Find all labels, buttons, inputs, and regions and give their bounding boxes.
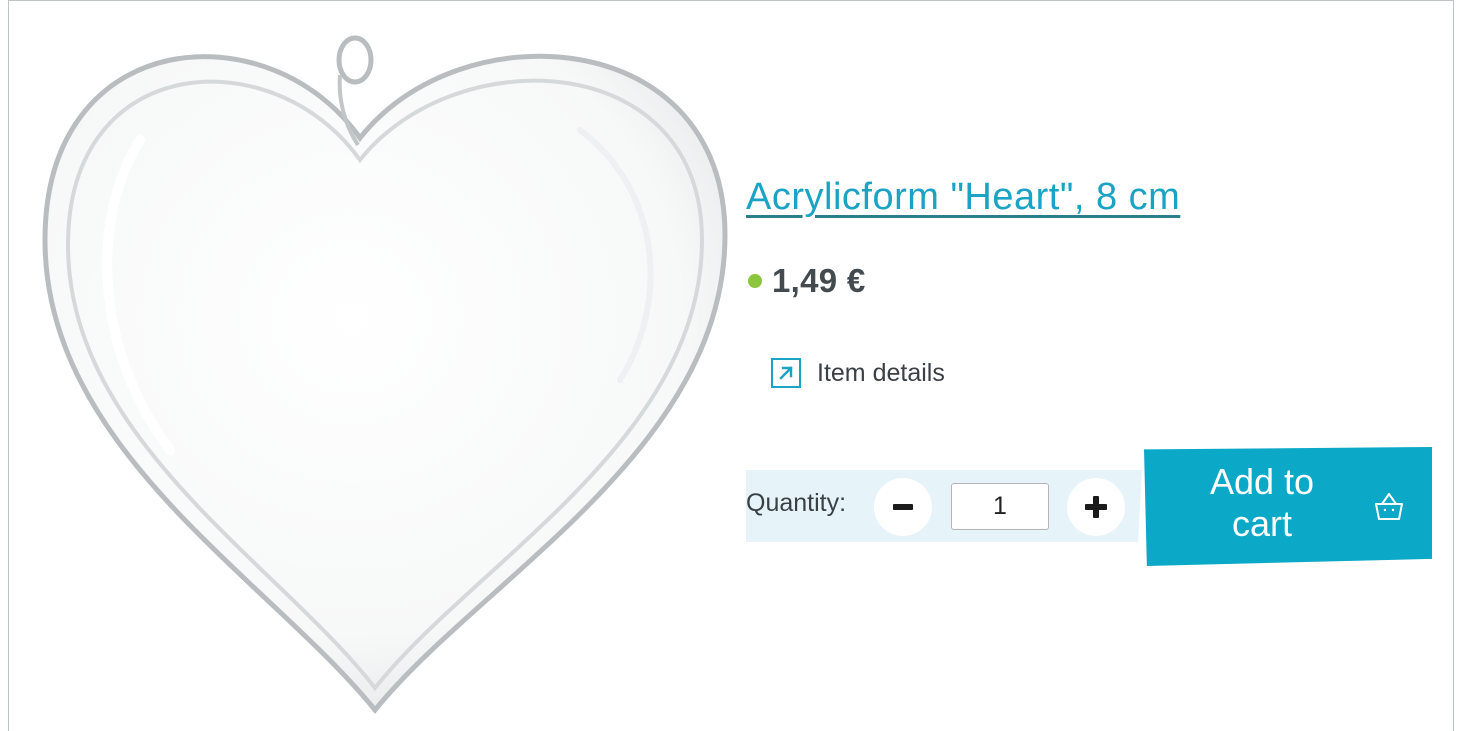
price-row: 1,49 €	[748, 262, 866, 300]
product-title-link[interactable]: Acrylicform "Heart", 8 cm	[746, 176, 1180, 219]
minus-icon	[893, 504, 913, 510]
product-price: 1,49 €	[772, 262, 866, 299]
quantity-label: Quantity:	[746, 489, 847, 517]
add-to-cart-label: Add to cart	[1209, 461, 1315, 544]
quantity-input[interactable]	[951, 483, 1049, 530]
product-image[interactable]	[20, 20, 750, 720]
availability-dot-icon	[748, 274, 762, 288]
increase-quantity-button[interactable]	[1067, 478, 1125, 536]
plus-icon	[1085, 496, 1107, 518]
decrease-quantity-button[interactable]	[874, 478, 932, 536]
external-link-icon	[771, 358, 801, 388]
basket-icon	[1375, 493, 1403, 520]
item-details-label: Item details	[817, 358, 945, 387]
item-details-link[interactable]: Item details	[771, 358, 945, 388]
add-to-cart-button[interactable]: Add to cart	[1144, 447, 1432, 566]
